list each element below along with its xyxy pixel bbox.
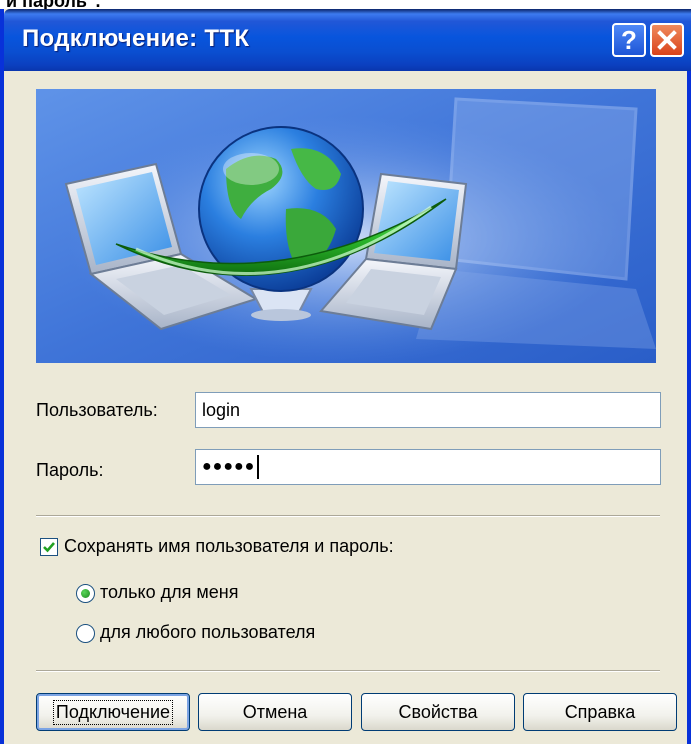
network-banner-art <box>36 89 656 363</box>
save-credentials-label: Сохранять имя пользователя и пароль: <box>64 536 394 556</box>
help-title-button[interactable]: ? <box>612 23 646 57</box>
text-caret <box>257 455 260 479</box>
password-label: Пароль: <box>36 460 104 480</box>
user-label: Пользователь: <box>36 400 158 420</box>
separator-top <box>36 515 660 517</box>
window-title: Подключение: ТТК <box>22 25 250 52</box>
cancel-button-label: Отмена <box>242 701 308 722</box>
close-icon <box>657 30 677 50</box>
radio-only-me-label: только для меня <box>100 582 239 602</box>
help-icon: ? <box>621 24 637 55</box>
cancel-button[interactable]: Отмена <box>198 693 352 731</box>
connect-button-label: Подключение <box>52 699 174 725</box>
title-bar[interactable]: Подключение: ТТК ? <box>4 9 691 71</box>
radio-selected-dot <box>81 589 90 598</box>
help-button-label: Справка <box>564 701 636 722</box>
save-credentials-checkbox[interactable] <box>40 538 58 556</box>
close-title-button[interactable] <box>650 23 684 57</box>
radio-only-me[interactable] <box>76 584 95 603</box>
check-icon <box>43 542 55 553</box>
connect-button[interactable]: Подключение <box>36 693 190 731</box>
radio-any-user-label: для любого пользователя <box>100 622 316 642</box>
network-globe-illustration <box>36 89 656 363</box>
separator-bottom <box>36 670 660 672</box>
help-button[interactable]: Справка <box>523 693 677 731</box>
password-input[interactable]: ●●●●● <box>195 449 661 485</box>
properties-button-label: Свойства <box>398 701 478 722</box>
password-mask: ●●●●● <box>202 458 256 475</box>
user-input[interactable] <box>195 392 661 428</box>
radio-any-user[interactable] <box>76 624 95 643</box>
properties-button[interactable]: Свойства <box>361 693 515 731</box>
